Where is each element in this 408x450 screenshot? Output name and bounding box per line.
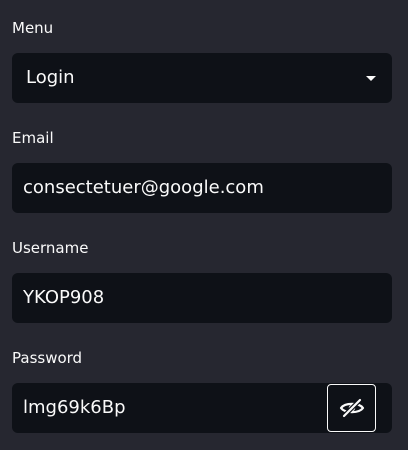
password-field[interactable]: lmg69k6Bp xyxy=(12,383,392,433)
password-visibility-toggle[interactable] xyxy=(327,384,376,432)
email-field[interactable]: consectetuer@google.com xyxy=(12,163,392,213)
menu-label: Menu xyxy=(12,19,54,37)
chevron-down-icon[interactable] xyxy=(366,76,376,81)
menu-select[interactable]: Login xyxy=(12,53,392,103)
password-label: Password xyxy=(12,349,83,367)
email-label: Email xyxy=(12,129,54,147)
password-value: lmg69k6Bp xyxy=(23,397,126,418)
username-field[interactable]: YKOP908 xyxy=(12,273,392,323)
email-value: consectetuer@google.com xyxy=(23,177,264,198)
menu-selected-value: Login xyxy=(26,67,75,88)
eye-off-icon xyxy=(339,398,364,418)
username-label: Username xyxy=(12,239,89,257)
username-value: YKOP908 xyxy=(23,287,105,308)
